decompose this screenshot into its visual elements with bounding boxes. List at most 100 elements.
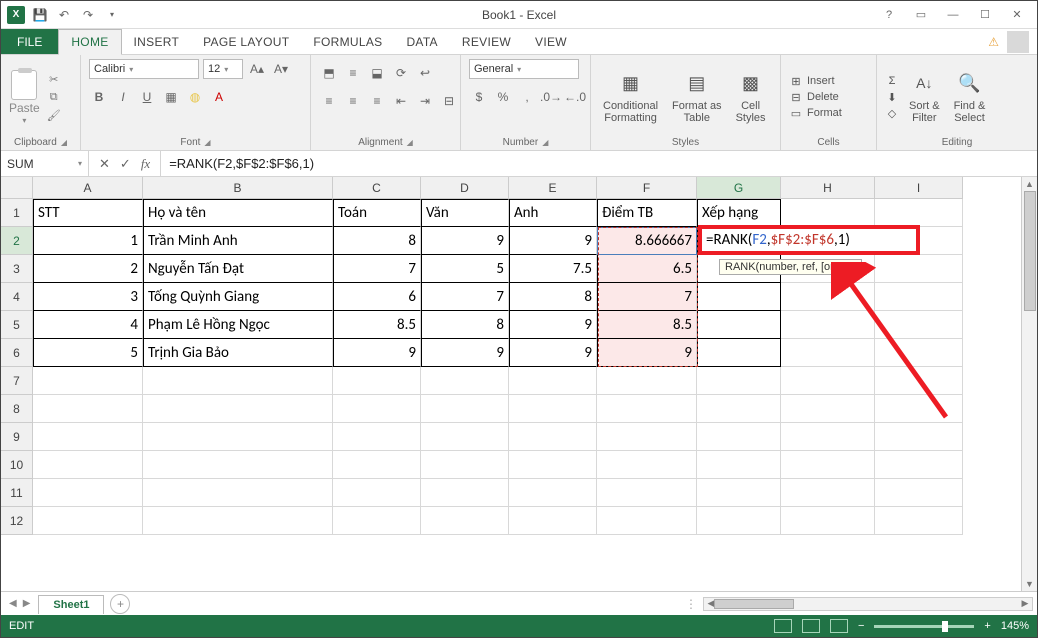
font-color-button[interactable]: A [209,87,229,107]
increase-font-icon[interactable]: A▴ [247,59,267,79]
cell-C5[interactable]: 8.5 [333,311,421,339]
number-format-combo[interactable]: General▾ [469,59,579,79]
ribbon-display-icon[interactable]: ▭ [907,5,935,25]
cell-D4[interactable]: 7 [421,283,509,311]
cell-I6[interactable] [875,339,963,367]
decrease-font-icon[interactable]: A▾ [271,59,291,79]
cell-I8[interactable] [875,395,963,423]
cell-D6[interactable]: 9 [421,339,509,367]
row-header-2[interactable]: 2 [1,227,33,255]
percent-icon[interactable]: % [493,87,513,107]
warning-icon[interactable]: ⚠ [988,35,999,49]
insert-cells-button[interactable]: ⊞Insert [789,74,842,88]
page-break-view-icon[interactable] [830,619,848,633]
cell-A12[interactable] [33,507,143,535]
cell-F6[interactable]: 9 [597,339,697,367]
cell-F7[interactable] [597,367,697,395]
copy-icon[interactable]: ⧉ [46,89,62,105]
fill-button[interactable]: ⬇ [885,90,899,104]
cell-F8[interactable] [597,395,697,423]
cell-F5[interactable]: 8.5 [597,311,697,339]
cell-G4[interactable] [697,283,781,311]
font-size-combo[interactable]: 12▾ [203,59,243,79]
format-as-table-button[interactable]: ▤Format as Table [668,70,726,124]
cell-C7[interactable] [333,367,421,395]
cell-D9[interactable] [421,423,509,451]
cell-A6[interactable]: 5 [33,339,143,367]
cell-D5[interactable]: 8 [421,311,509,339]
maximize-button[interactable]: ☐ [971,5,999,25]
cell-A1[interactable]: STT [33,199,143,227]
col-header-E[interactable]: E [509,177,597,199]
tab-page-layout[interactable]: PAGE LAYOUT [191,29,301,54]
cell-H5[interactable] [781,311,875,339]
zoom-out-icon[interactable]: − [858,620,864,632]
sort-filter-button[interactable]: A↓Sort & Filter [905,70,944,124]
select-all-corner[interactable] [1,177,33,199]
active-cell-editor[interactable]: =RANK(F2,$F$2:$F$6,1) [698,225,920,255]
cell-grid[interactable]: A B C D E F G H I 1 STT Họ và tên Toán V… [1,177,1021,591]
conditional-formatting-button[interactable]: ▦Conditional Formatting [599,70,662,124]
clear-button[interactable]: ◇ [885,106,899,120]
help-icon[interactable]: ? [875,5,903,25]
cell-H7[interactable] [781,367,875,395]
cell-G10[interactable] [697,451,781,479]
qat-dropdown-icon[interactable]: ▾ [103,6,121,24]
cell-F3[interactable]: 6.5 [597,255,697,283]
fill-color-button[interactable]: ◍ [185,87,205,107]
cell-I4[interactable] [875,283,963,311]
cell-E9[interactable] [509,423,597,451]
cell-D11[interactable] [421,479,509,507]
cell-G1[interactable]: Xếp hạng [697,199,781,227]
add-sheet-button[interactable]: + [110,594,130,614]
underline-button[interactable]: U [137,87,157,107]
cell-C9[interactable] [333,423,421,451]
file-tab[interactable]: FILE [1,29,58,54]
vertical-scrollbar[interactable]: ▲ ▼ [1021,177,1037,591]
cell-F9[interactable] [597,423,697,451]
cell-B12[interactable] [143,507,333,535]
cell-H6[interactable] [781,339,875,367]
sheet-tab-sheet1[interactable]: Sheet1 [38,595,104,614]
cell-C11[interactable] [333,479,421,507]
cell-E7[interactable] [509,367,597,395]
delete-cells-button[interactable]: ⊟Delete [789,90,842,104]
cell-C1[interactable]: Toán [333,199,421,227]
cell-A4[interactable]: 3 [33,283,143,311]
sheet-nav-prev-icon[interactable]: ◀ [9,598,17,609]
cell-B6[interactable]: Trịnh Gia Bảo [143,339,333,367]
scroll-down-icon[interactable]: ▼ [1023,577,1037,591]
row-header-6[interactable]: 6 [1,339,33,367]
cell-H8[interactable] [781,395,875,423]
cell-I7[interactable] [875,367,963,395]
col-header-G[interactable]: G [697,177,781,199]
cell-B3[interactable]: Nguyễn Tấn Đạt [143,255,333,283]
row-header-10[interactable]: 10 [1,451,33,479]
format-cells-button[interactable]: ▭Format [789,106,842,120]
font-name-combo[interactable]: Calibri▾ [89,59,199,79]
row-header-8[interactable]: 8 [1,395,33,423]
cell-F12[interactable] [597,507,697,535]
cell-E2[interactable]: 9 [509,227,597,255]
enter-formula-icon[interactable]: ✓ [120,156,131,172]
cell-D3[interactable]: 5 [421,255,509,283]
row-header-3[interactable]: 3 [1,255,33,283]
col-header-F[interactable]: F [597,177,697,199]
cell-G6[interactable] [697,339,781,367]
increase-decimal-icon[interactable]: .0→ [541,87,561,107]
col-header-C[interactable]: C [333,177,421,199]
border-button[interactable]: ▦ [161,87,181,107]
cell-G8[interactable] [697,395,781,423]
tab-view[interactable]: VIEW [523,29,579,54]
minimize-button[interactable]: — [939,5,967,25]
cell-H10[interactable] [781,451,875,479]
cell-A3[interactable]: 2 [33,255,143,283]
cell-D12[interactable] [421,507,509,535]
cell-I9[interactable] [875,423,963,451]
cell-I10[interactable] [875,451,963,479]
cell-B1[interactable]: Họ và tên [143,199,333,227]
formula-input[interactable]: =RANK(F2,$F$2:$F$6,1) [161,151,1037,176]
italic-button[interactable]: I [113,87,133,107]
horizontal-scrollbar[interactable]: ◀ ▶ [703,597,1033,611]
currency-icon[interactable]: $ [469,87,489,107]
